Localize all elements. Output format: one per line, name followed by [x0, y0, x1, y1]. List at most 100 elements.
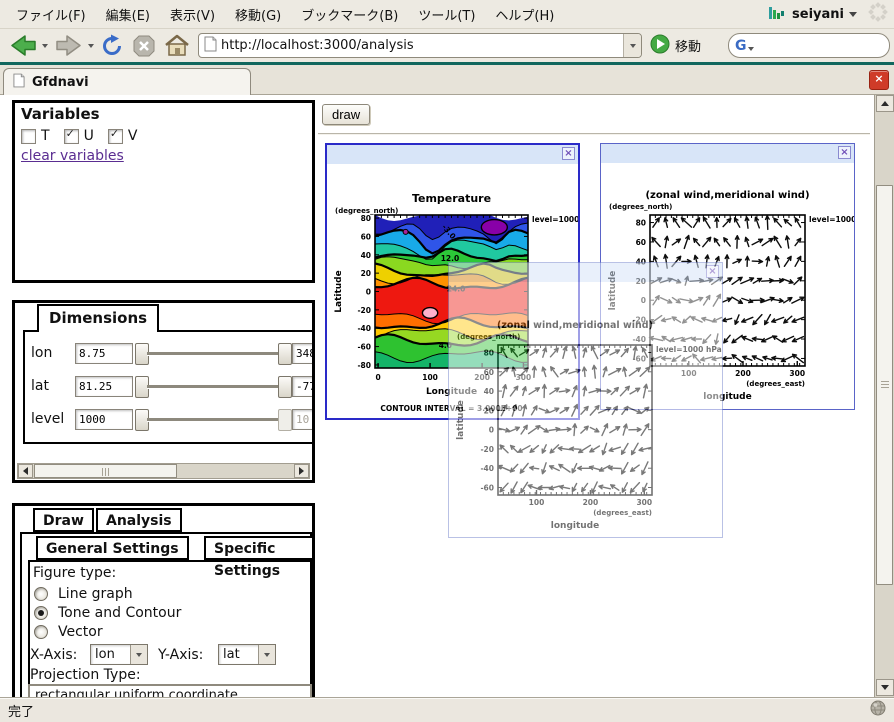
svg-text:Latitude: Latitude: [334, 270, 344, 312]
x-axis-select-arrow-icon[interactable]: [130, 645, 147, 664]
menu-help[interactable]: ヘルプ(H): [485, 0, 564, 29]
scroll-down-button[interactable]: [876, 679, 894, 696]
x-axis-select[interactable]: lon: [90, 644, 148, 665]
lon-max-slider-handle[interactable]: [278, 343, 292, 365]
draw-button[interactable]: draw: [322, 104, 370, 125]
dimensions-horizontal-scrollbar[interactable]: [17, 463, 310, 479]
user-menu-caret-icon[interactable]: [849, 12, 857, 17]
forward-dropdown[interactable]: [86, 32, 96, 59]
svg-text:-20: -20: [357, 306, 371, 315]
plot-window-wind-ghost: × (zonal wind,meridional wind)(degrees_n…: [448, 262, 723, 538]
search-engine-caret-icon[interactable]: [748, 47, 754, 51]
tab-general-settings[interactable]: General Settings: [36, 536, 189, 560]
figure-type-vector[interactable]: Vector: [34, 624, 103, 640]
svg-text:(zonal wind,meridional wind): (zonal wind,meridional wind): [645, 190, 809, 201]
menu-go[interactable]: 移動(G): [225, 0, 291, 29]
go-icon[interactable]: [650, 34, 670, 58]
lat-max-slider-handle[interactable]: [278, 376, 292, 398]
reload-button[interactable]: [98, 32, 126, 59]
svg-text:80: 80: [636, 219, 646, 228]
scroll-up-button[interactable]: [876, 95, 894, 112]
temperature-window-titlebar[interactable]: ×: [327, 145, 578, 164]
radio-line-graph[interactable]: [34, 587, 48, 601]
radio-vector-label: Vector: [58, 624, 103, 640]
tab-draw[interactable]: Draw: [33, 508, 94, 532]
svg-text:longitude: longitude: [551, 521, 599, 531]
page-vertical-scrollbar[interactable]: [874, 95, 894, 697]
svg-text:-20: -20: [480, 445, 494, 454]
variables-title: Variables: [21, 105, 100, 123]
tab-close-button[interactable]: ×: [869, 70, 889, 90]
menu-tools[interactable]: ツール(T): [408, 0, 485, 29]
url-bar[interactable]: [198, 33, 642, 58]
username-label[interactable]: seiyani: [792, 7, 844, 22]
checkbox-V-label: V: [128, 128, 138, 144]
lat-max-input[interactable]: [292, 376, 315, 397]
hscroll-thumb[interactable]: [34, 464, 177, 478]
ghost-window-close-icon[interactable]: ×: [706, 265, 719, 278]
level-min-input[interactable]: [75, 409, 133, 430]
go-button-label[interactable]: 移動: [675, 36, 701, 55]
figure-type-tone-contour[interactable]: Tone and Contour: [34, 605, 181, 621]
forward-button[interactable]: [52, 32, 86, 59]
checkbox-V[interactable]: ✓: [108, 129, 123, 144]
search-input[interactable]: [757, 38, 884, 54]
menu-view[interactable]: 表示(V): [160, 0, 225, 29]
lon-slider-track[interactable]: [147, 352, 278, 356]
projection-option[interactable]: rectangular uniform coordinate: [30, 686, 310, 697]
svg-text:level=1000 hPa: level=1000 hPa: [809, 215, 854, 224]
tab-analysis[interactable]: Analysis: [96, 508, 182, 532]
radio-vector[interactable]: [34, 625, 48, 639]
forward-icon: [55, 34, 83, 57]
y-axis-select[interactable]: lat: [218, 644, 276, 665]
svg-text:60: 60: [361, 232, 371, 241]
google-search-icon[interactable]: G: [735, 39, 747, 53]
checkbox-T[interactable]: ✓: [21, 129, 36, 144]
projection-type-listbox[interactable]: rectangular uniform coordinate: [28, 684, 312, 697]
menu-file[interactable]: ファイル(F): [6, 0, 96, 29]
tab-title: Gfdnavi: [32, 75, 89, 90]
wind-window-titlebar[interactable]: ×: [601, 144, 854, 163]
lat-min-input[interactable]: [75, 376, 133, 397]
draw-analysis-panel: Draw Analysis General Settings Specific …: [12, 503, 315, 697]
svg-text:200: 200: [735, 369, 751, 378]
svg-text:(zonal wind,meridional wind): (zonal wind,meridional wind): [497, 320, 653, 331]
svg-text:100: 100: [422, 373, 438, 382]
search-bar[interactable]: G: [728, 33, 890, 58]
hscroll-left-button[interactable]: [18, 464, 33, 478]
hscroll-right-button[interactable]: [294, 464, 309, 478]
scrollbar-thumb[interactable]: [876, 185, 893, 585]
stop-button[interactable]: [130, 32, 158, 59]
figure-type-line-graph[interactable]: Line graph: [34, 586, 133, 602]
radio-tone-contour[interactable]: [34, 606, 48, 620]
navigation-toolbar: 移動 G: [0, 29, 894, 62]
y-axis-label: Y-Axis:: [158, 647, 203, 663]
y-axis-select-arrow-icon[interactable]: [258, 645, 275, 664]
temperature-window-close-icon[interactable]: ×: [562, 147, 575, 160]
wind-window-close-icon[interactable]: ×: [838, 146, 851, 159]
menu-bookmarks[interactable]: ブックマーク(B): [291, 0, 408, 29]
lat-slider-track[interactable]: [147, 385, 278, 389]
home-button[interactable]: [162, 32, 192, 59]
checkbox-U[interactable]: ✓: [64, 129, 79, 144]
tab-gfdnavi[interactable]: Gfdnavi: [3, 68, 251, 95]
page-icon: [204, 36, 217, 56]
projection-type-label: Projection Type:: [30, 667, 141, 683]
dimensions-title: Dimensions: [37, 304, 159, 332]
back-button[interactable]: [6, 32, 40, 59]
svg-text:300: 300: [636, 498, 652, 507]
tab-specific-settings[interactable]: Specific Settings: [204, 536, 315, 560]
back-dropdown[interactable]: [40, 32, 50, 59]
level-slider-track[interactable]: [147, 418, 278, 422]
url-history-dropdown[interactable]: [623, 34, 641, 57]
lon-min-input[interactable]: [75, 343, 133, 364]
menu-bar: ファイル(F) 編集(E) 表示(V) 移動(G) ブックマーク(B) ツール(…: [0, 0, 894, 29]
clear-variables-link[interactable]: clear variables: [21, 148, 124, 164]
ghost-window-titlebar[interactable]: ×: [449, 263, 722, 282]
lon-max-input[interactable]: [292, 343, 315, 364]
level-max-input: [292, 409, 315, 430]
back-icon: [9, 34, 37, 57]
svg-text:-80: -80: [357, 361, 371, 370]
url-input[interactable]: [217, 38, 623, 53]
menu-edit[interactable]: 編集(E): [96, 0, 160, 29]
